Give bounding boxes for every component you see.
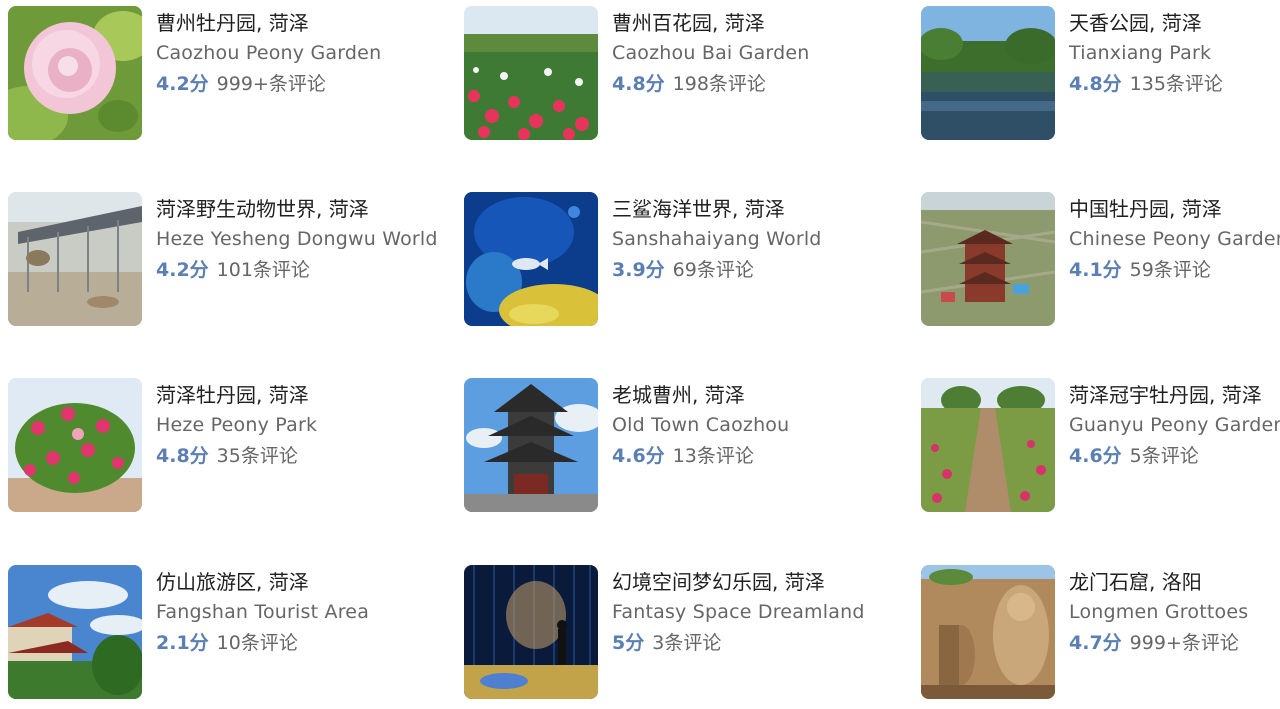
place-english-name: Chinese Peony Garden <box>1069 228 1280 250</box>
place-card-fangshan-tourist-area[interactable]: 仿山旅游区, 菏泽 Fangshan Tourist Area 2.1分 10条评… <box>8 565 448 701</box>
place-card-sanshahaiyang-world[interactable]: 三鲨海洋世界, 菏泽 Sanshahaiyang World 3.9分 69条评论 <box>464 192 904 328</box>
pagoda-tower-photo[interactable] <box>464 378 598 512</box>
place-english-name: Tianxiang Park <box>1069 42 1212 64</box>
place-card-fantasy-space-dreamland[interactable]: 幻境空间梦幻乐园, 菏泽 Fantasy Space Dreamland 5分 3… <box>464 565 904 701</box>
rating-score: 4.6分 <box>1069 445 1122 467</box>
review-count[interactable]: 69条评论 <box>673 259 754 281</box>
place-name[interactable]: 菏泽牡丹园, 菏泽 <box>156 380 317 410</box>
place-name[interactable]: 幻境空间梦幻乐园, 菏泽 <box>612 567 865 597</box>
stone-buddha-photo[interactable] <box>921 565 1055 699</box>
rating-score: 3.9分 <box>612 259 665 281</box>
place-card-heze-peony-park[interactable]: 菏泽牡丹园, 菏泽 Heze Peony Park 4.8分 35条评论 <box>8 378 448 514</box>
place-english-name: Fangshan Tourist Area <box>156 601 370 623</box>
rating-score: 4.2分 <box>156 73 209 95</box>
light-installation-photo[interactable] <box>464 565 598 699</box>
place-name[interactable]: 三鲨海洋世界, 菏泽 <box>612 194 822 224</box>
place-card-longmen-grottoes[interactable]: 龙门石窟, 洛阳 Longmen Grottoes 4.7分 999+条评论 <box>921 565 1280 701</box>
place-name[interactable]: 仿山旅游区, 菏泽 <box>156 567 369 597</box>
place-name[interactable]: 天香公园, 菏泽 <box>1069 8 1223 38</box>
rating-score: 4.8分 <box>156 445 209 467</box>
review-count[interactable]: 135条评论 <box>1130 73 1223 95</box>
place-english-name: Heze Yesheng Dongwu World <box>156 228 438 250</box>
place-name[interactable]: 曹州牡丹园, 菏泽 <box>156 8 381 38</box>
place-english-name: Heze Peony Park <box>156 414 318 436</box>
place-name[interactable]: 曹州百花园, 菏泽 <box>612 8 810 38</box>
review-count[interactable]: 13条评论 <box>673 445 754 467</box>
aerial-pagoda-photo[interactable] <box>921 192 1055 326</box>
place-card-heze-wildlife-world[interactable]: 菏泽野生动物世界, 菏泽 Heze Yesheng Dongwu World 4… <box>8 192 448 328</box>
rating-score: 4.1分 <box>1069 259 1122 281</box>
place-name[interactable]: 龙门石窟, 洛阳 <box>1069 567 1248 597</box>
review-count[interactable]: 999+条评论 <box>1130 632 1239 654</box>
wildlife-enclosure-photo[interactable] <box>8 192 142 326</box>
review-count[interactable]: 101条评论 <box>217 259 310 281</box>
review-count[interactable]: 59条评论 <box>1130 259 1211 281</box>
aquarium-coral-photo[interactable] <box>464 192 598 326</box>
rating-score: 5分 <box>612 632 645 654</box>
rating-score: 4.8分 <box>612 73 665 95</box>
flower-field-photo[interactable] <box>464 6 598 140</box>
rating-score: 4.6分 <box>612 445 665 467</box>
place-english-name: Longmen Grottoes <box>1069 601 1249 623</box>
lake-trees-photo[interactable] <box>921 6 1055 140</box>
pink-peony-closeup-photo[interactable] <box>8 6 142 140</box>
review-count[interactable]: 10条评论 <box>217 632 298 654</box>
place-english-name: Guanyu Peony Garden <box>1069 414 1280 436</box>
place-card-old-town-caozhou[interactable]: 老城曹州, 菏泽 Old Town Caozhou 4.6分 13条评论 <box>464 378 904 514</box>
rating-score: 2.1分 <box>156 632 209 654</box>
place-card-caozhou-bai-garden[interactable]: 曹州百花园, 菏泽 Caozhou Bai Garden 4.8分 198条评论 <box>464 6 904 142</box>
place-name[interactable]: 菏泽冠宇牡丹园, 菏泽 <box>1069 380 1280 410</box>
place-english-name: Caozhou Bai Garden <box>612 42 810 64</box>
rating-score: 4.2分 <box>156 259 209 281</box>
review-count[interactable]: 35条评论 <box>217 445 298 467</box>
peony-bush-photo[interactable] <box>8 378 142 512</box>
place-english-name: Fantasy Space Dreamland <box>612 601 865 623</box>
temple-roof-photo[interactable] <box>8 565 142 699</box>
review-count[interactable]: 5条评论 <box>1130 445 1199 467</box>
review-count[interactable]: 198条评论 <box>673 73 766 95</box>
place-english-name: Old Town Caozhou <box>612 414 790 436</box>
place-name[interactable]: 中国牡丹园, 菏泽 <box>1069 194 1280 224</box>
place-card-guanyu-peony-garden[interactable]: 菏泽冠宇牡丹园, 菏泽 Guanyu Peony Garden 4.6分 5条评论 <box>921 378 1280 514</box>
place-name[interactable]: 菏泽野生动物世界, 菏泽 <box>156 194 438 224</box>
rating-score: 4.7分 <box>1069 632 1122 654</box>
place-card-tianxiang-park[interactable]: 天香公园, 菏泽 Tianxiang Park 4.8分 135条评论 <box>921 6 1280 142</box>
place-name[interactable]: 老城曹州, 菏泽 <box>612 380 789 410</box>
place-card-chinese-peony-garden[interactable]: 中国牡丹园, 菏泽 Chinese Peony Garden 4.1分 59条评论 <box>921 192 1280 328</box>
review-count[interactable]: 3条评论 <box>652 632 721 654</box>
rating-score: 4.8分 <box>1069 73 1122 95</box>
attractions-grid: 曹州牡丹园, 菏泽 Caozhou Peony Garden 4.2分 999+条… <box>0 0 1280 709</box>
place-card-caozhou-peony-garden[interactable]: 曹州牡丹园, 菏泽 Caozhou Peony Garden 4.2分 999+条… <box>8 6 448 142</box>
place-english-name: Sanshahaiyang World <box>612 228 822 250</box>
place-english-name: Caozhou Peony Garden <box>156 42 382 64</box>
review-count[interactable]: 999+条评论 <box>217 73 326 95</box>
peony-rows-photo[interactable] <box>921 378 1055 512</box>
